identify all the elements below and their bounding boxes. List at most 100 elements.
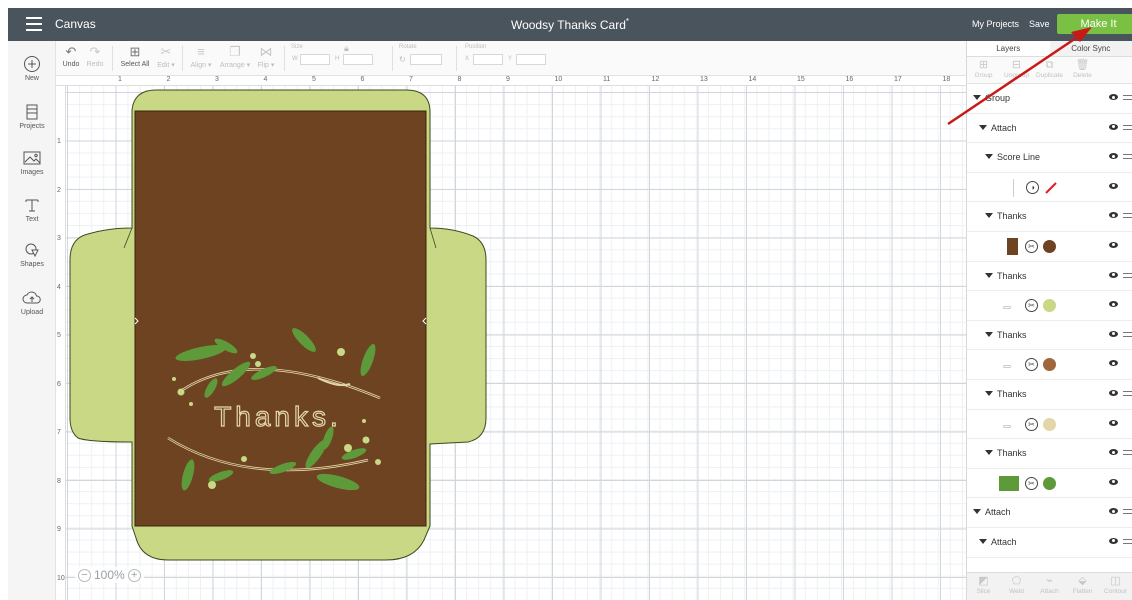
expand-triangle-icon[interactable]: [979, 124, 987, 130]
visibility-eye-icon[interactable]: [1109, 360, 1118, 367]
tab-layers[interactable]: Layers: [967, 41, 1050, 56]
drag-handle-icon[interactable]: [1123, 390, 1132, 396]
cut-operation-icon[interactable]: ✂: [1025, 239, 1038, 253]
layer-tool-flatten[interactable]: ⬙ Flatten: [1066, 573, 1099, 600]
drag-handle-icon[interactable]: [1123, 154, 1132, 160]
layer-row[interactable]: Group: [967, 84, 1132, 114]
layer-tool-slice[interactable]: ◩ Slice: [967, 573, 1000, 600]
nav-new[interactable]: New: [8, 55, 56, 82]
drag-handle-icon[interactable]: [1123, 331, 1132, 337]
cut-operation-icon[interactable]: ✂: [1025, 358, 1038, 372]
drag-handle-icon[interactable]: [1123, 95, 1132, 100]
visibility-eye-icon[interactable]: [1109, 419, 1118, 426]
expand-triangle-icon[interactable]: [985, 213, 993, 219]
layer-item[interactable]: ✂: [967, 410, 1132, 440]
nav-text[interactable]: Text: [8, 196, 56, 223]
expand-triangle-icon[interactable]: [985, 272, 993, 278]
visibility-eye-icon[interactable]: [1109, 301, 1118, 308]
visibility-eye-icon[interactable]: [1109, 123, 1118, 130]
expand-triangle-icon[interactable]: [985, 390, 993, 396]
score-operation-icon[interactable]: ◑: [1026, 180, 1039, 194]
layer-item[interactable]: ✂: [967, 291, 1132, 321]
select-all-button[interactable]: ⊞ Select All: [118, 43, 152, 68]
layer-item[interactable]: ✂: [967, 350, 1132, 380]
drag-handle-icon[interactable]: [1123, 124, 1132, 130]
drag-handle-icon[interactable]: [1123, 272, 1132, 278]
score-line-layer-item[interactable]: ◑: [967, 173, 1132, 203]
expand-triangle-icon[interactable]: [985, 331, 993, 337]
expand-triangle-icon[interactable]: [973, 95, 981, 100]
color-swatch[interactable]: [1043, 239, 1056, 253]
envelope-card-design[interactable]: Thanks.: [68, 88, 488, 566]
layer-row[interactable]: Thanks: [967, 202, 1132, 232]
flip-menu[interactable]: ⋈ Flip ▾: [254, 43, 278, 69]
layer-row[interactable]: Score Line: [967, 143, 1132, 173]
layer-row[interactable]: Thanks: [967, 380, 1132, 410]
visibility-eye-icon[interactable]: [1109, 153, 1118, 160]
visibility-eye-icon[interactable]: [1109, 508, 1118, 515]
drag-handle-icon[interactable]: [1123, 509, 1132, 515]
color-swatch[interactable]: [1043, 476, 1056, 490]
make-it-button[interactable]: Make It: [1057, 14, 1132, 34]
layer-item[interactable]: ✂: [967, 469, 1132, 499]
layer-row[interactable]: Thanks: [967, 262, 1132, 292]
arrange-menu[interactable]: ❐ Arrange ▾: [218, 43, 252, 69]
edit-menu[interactable]: ✂ Edit ▾: [154, 43, 178, 69]
visibility-eye-icon[interactable]: [1109, 389, 1118, 396]
rotate-field[interactable]: [410, 54, 442, 65]
visibility-eye-icon[interactable]: [1109, 212, 1118, 219]
lock-icon[interactable]: 🔒︎: [344, 43, 349, 54]
color-swatch[interactable]: [1043, 299, 1056, 313]
redo-button[interactable]: ↷ Redo: [84, 43, 106, 68]
layer-tool-delete[interactable]: 🗑︎ Delete: [1066, 57, 1099, 83]
cut-operation-icon[interactable]: ✂: [1025, 299, 1038, 313]
align-menu[interactable]: ≡ Align ▾: [186, 43, 216, 69]
height-field[interactable]: [343, 54, 373, 65]
zoom-out-button[interactable]: −: [78, 568, 91, 582]
document-title[interactable]: Woodsy Thanks Card: [511, 18, 626, 32]
drag-handle-icon[interactable]: [1123, 450, 1132, 456]
menu-icon[interactable]: [26, 17, 42, 31]
layer-row[interactable]: Thanks: [967, 439, 1132, 469]
layer-tool-duplicate[interactable]: ⧉ Duplicate: [1033, 57, 1066, 83]
layer-tool-ungroup[interactable]: ⊟ Ungroup: [1000, 57, 1033, 83]
zoom-in-button[interactable]: +: [127, 568, 141, 582]
visibility-eye-icon[interactable]: [1109, 330, 1118, 337]
layer-item[interactable]: ✂: [967, 232, 1132, 262]
color-swatch[interactable]: [1043, 358, 1056, 372]
my-projects-link[interactable]: My Projects: [972, 19, 1019, 29]
visibility-eye-icon[interactable]: [1109, 271, 1118, 278]
expand-triangle-icon[interactable]: [973, 509, 981, 515]
nav-projects[interactable]: Projects: [8, 103, 56, 130]
expand-triangle-icon[interactable]: [979, 538, 987, 544]
cut-operation-icon[interactable]: ✂: [1025, 476, 1038, 490]
visibility-eye-icon[interactable]: [1109, 449, 1118, 456]
layer-tool-weld[interactable]: ⬠ Weld: [1000, 573, 1033, 600]
expand-triangle-icon[interactable]: [985, 154, 993, 160]
drag-handle-icon[interactable]: [1123, 213, 1132, 219]
nav-upload[interactable]: Upload: [8, 289, 56, 316]
nav-shapes[interactable]: Shapes: [8, 241, 56, 268]
save-button[interactable]: Save: [1029, 19, 1050, 29]
layer-tool-contour[interactable]: ◫ Contour: [1099, 573, 1132, 600]
layer-row[interactable]: Attach: [967, 498, 1132, 528]
layer-tool-attach[interactable]: ⌁ Attach: [1033, 573, 1066, 600]
color-swatch[interactable]: [1043, 417, 1056, 431]
visibility-eye-icon[interactable]: [1109, 478, 1118, 485]
visibility-eye-icon[interactable]: [1109, 537, 1118, 544]
layer-row[interactable]: Attach: [967, 528, 1132, 558]
visibility-eye-icon[interactable]: [1109, 241, 1118, 248]
layer-row[interactable]: Thanks: [967, 321, 1132, 351]
visibility-eye-icon[interactable]: [1109, 182, 1118, 189]
x-field[interactable]: [473, 54, 503, 65]
width-field[interactable]: [300, 54, 330, 65]
drag-handle-icon[interactable]: [1123, 538, 1132, 544]
layer-tool-group[interactable]: ⊞ Group: [967, 57, 1000, 83]
tab-color-sync[interactable]: Color Sync: [1050, 41, 1132, 56]
cut-operation-icon[interactable]: ✂: [1025, 417, 1038, 431]
expand-triangle-icon[interactable]: [985, 450, 993, 456]
layer-row[interactable]: Attach: [967, 114, 1132, 144]
nav-images[interactable]: Images: [8, 149, 56, 176]
y-field[interactable]: [516, 54, 546, 65]
undo-button[interactable]: ↶ Undo: [60, 43, 82, 68]
